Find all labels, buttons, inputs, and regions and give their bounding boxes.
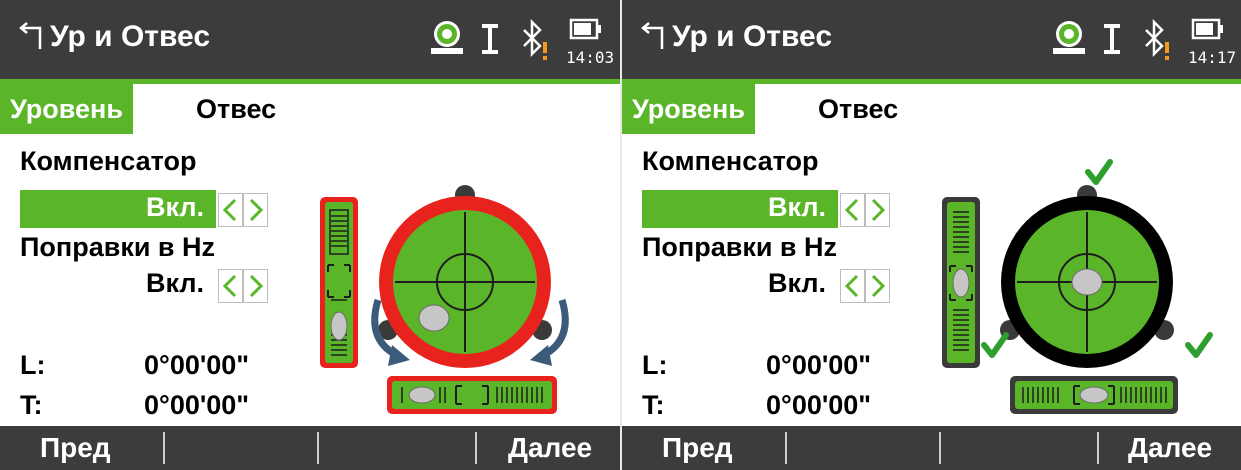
softkey-prev[interactable]: Пред — [40, 426, 111, 470]
softkey-2[interactable] — [166, 426, 316, 470]
softkey-separator — [163, 432, 165, 464]
softkey-2[interactable] — [788, 426, 938, 470]
softkey-separator — [939, 432, 941, 464]
softkey-3[interactable] — [320, 426, 470, 470]
level-screen-not-leveled: Ур и Отвес 14:03 Уровень Отвес Компенсат… — [0, 0, 620, 470]
horizontal-tilt-vial — [387, 376, 557, 414]
horizontal-tilt-vial — [1010, 376, 1178, 414]
softkey-separator — [785, 432, 787, 464]
softkey-next[interactable]: Далее — [1128, 426, 1212, 470]
electronic-level-graphic — [942, 159, 1213, 414]
circular-bubble-level — [1001, 196, 1173, 368]
softkey-3[interactable] — [942, 426, 1092, 470]
softkey-next[interactable]: Далее — [508, 426, 592, 470]
vertical-tilt-vial — [320, 197, 358, 368]
softkey-separator — [475, 432, 477, 464]
softkey-prev[interactable]: Пред — [662, 426, 733, 470]
softkey-separator — [317, 432, 319, 464]
circular-bubble-level — [379, 196, 551, 368]
softkey-separator — [1097, 432, 1099, 464]
vertical-tilt-vial — [942, 197, 980, 368]
level-screen-leveled: Ур и Отвес 14:17 Уровень Отвес Компенсат… — [622, 0, 1241, 470]
electronic-level-graphic — [320, 185, 569, 414]
